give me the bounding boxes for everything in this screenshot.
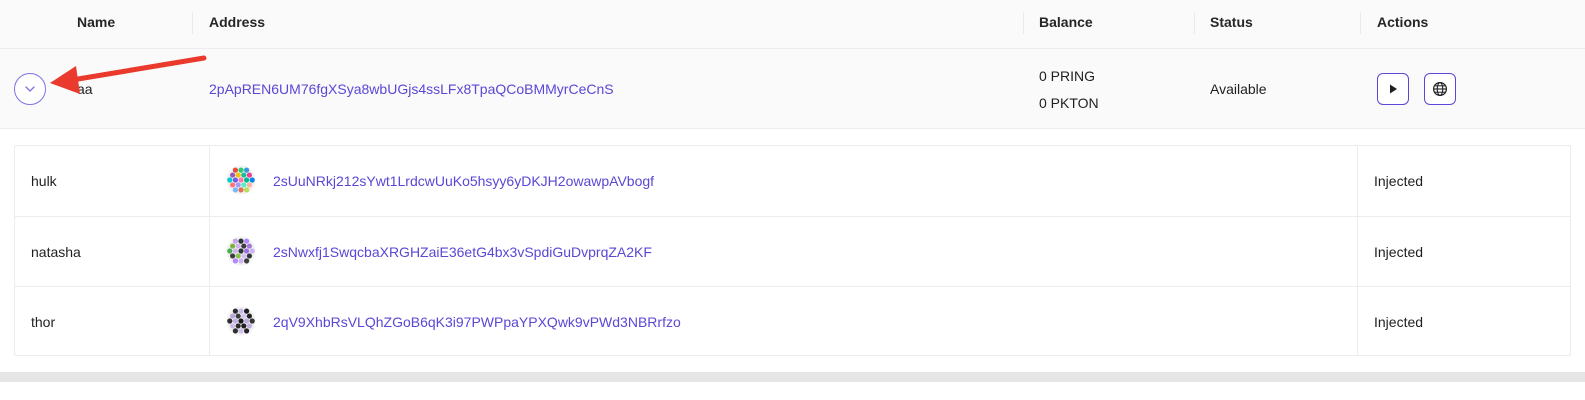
- identicon-dot: [235, 182, 241, 188]
- identicon-dot: [246, 313, 252, 319]
- identicon-dot: [238, 248, 244, 254]
- table-row: hulk 2sUuNRkj212sYwt1LrdcwUuKo5hsyy6yDKJ…: [15, 146, 1570, 216]
- signatory-status: Injected: [1374, 244, 1424, 260]
- identicon-dot: [227, 177, 233, 183]
- identicon-dot: [235, 172, 241, 178]
- identicon-dot: [244, 308, 250, 314]
- identicon-dot: [246, 323, 252, 329]
- play-icon: [1390, 84, 1397, 94]
- chevron-down-icon: [25, 86, 35, 92]
- table-row: thor 2qV9XhbRsVLQhZGoB6qK3i97PWPpaYPXQwk…: [15, 286, 1570, 356]
- identicon-dot: [230, 182, 236, 188]
- identicon-dot: [230, 172, 236, 178]
- identicon-dot: [232, 258, 238, 264]
- identicon-dot: [238, 308, 244, 314]
- identicon-dot: [232, 167, 238, 173]
- account-status: Available: [1210, 81, 1267, 97]
- balance-ring: 0 PRING: [1039, 68, 1096, 84]
- column-header-balance: Balance: [1039, 14, 1093, 30]
- identicon-dot: [241, 243, 247, 249]
- identicon-dot: [235, 323, 241, 329]
- identicon-dot: [249, 318, 255, 324]
- column-header-status: Status: [1210, 14, 1253, 30]
- identicon-dot: [246, 172, 252, 178]
- identicon-dot: [230, 313, 236, 319]
- identicon-dot: [244, 187, 250, 193]
- identicon-dot: [238, 318, 244, 324]
- identicon-dot: [230, 243, 236, 249]
- identicon-dot: [244, 318, 250, 324]
- column-divider: [1194, 12, 1195, 34]
- identicon-dot: [232, 318, 238, 324]
- identicon-dot: [232, 177, 238, 183]
- identicon-icon: [226, 306, 256, 336]
- identicon-dot: [232, 308, 238, 314]
- identicon-dot: [241, 172, 247, 178]
- signatory-address-link[interactable]: 2sUuNRkj212sYwt1LrdcwUuKo5hsyy6yDKJH2owa…: [273, 173, 654, 189]
- identicon-dot: [246, 182, 252, 188]
- identicon-dot: [244, 177, 250, 183]
- signatory-name: thor: [31, 314, 56, 330]
- identicon-dot: [235, 313, 241, 319]
- identicon-dot: [238, 177, 244, 183]
- identicon-dot: [232, 248, 238, 254]
- column-header-address: Address: [209, 14, 266, 30]
- identicon-dot: [232, 187, 238, 193]
- identicon-dot: [235, 253, 241, 259]
- balance-kton: 0 PKTON: [1039, 95, 1099, 111]
- identicon-dot: [244, 248, 250, 254]
- identicon-dot: [232, 238, 238, 244]
- identicon-dot: [249, 177, 255, 183]
- identicon-icon: [226, 236, 256, 266]
- identicon-dot: [232, 328, 238, 334]
- identicon-dot: [244, 258, 250, 264]
- identicon-dot: [241, 323, 247, 329]
- identicon-icon: [226, 165, 256, 195]
- identicon-dot: [235, 243, 241, 249]
- identicon-dot: [227, 248, 233, 254]
- identicon-dot: [241, 253, 247, 259]
- table-header: Name Address Balance Status Actions: [0, 0, 1585, 49]
- column-header-actions: Actions: [1377, 14, 1429, 30]
- identicon-dot: [227, 318, 233, 324]
- open-explorer-button[interactable]: [1424, 73, 1456, 105]
- identicon-dot: [238, 258, 244, 264]
- identicon-dot: [241, 313, 247, 319]
- identicon-dot: [230, 323, 236, 329]
- identicon-dot: [230, 253, 236, 259]
- signatory-status: Injected: [1374, 173, 1424, 189]
- identicon-dot: [238, 328, 244, 334]
- column-divider: [1360, 12, 1361, 34]
- signatory-status: Injected: [1374, 314, 1424, 330]
- signatories-table: hulk 2sUuNRkj212sYwt1LrdcwUuKo5hsyy6yDKJ…: [14, 145, 1571, 356]
- identicon-dot: [249, 248, 255, 254]
- signatory-address-link[interactable]: 2qV9XhbRsVLQhZGoB6qK3i97PWPpaYPXQwk9vPWd…: [273, 314, 681, 330]
- signatory-address-link[interactable]: 2sNwxfj1SwqcbaXRGHZaiE36etG4bx3vSpdiGuDv…: [273, 244, 652, 260]
- column-header-name: Name: [77, 14, 116, 30]
- account-address-link[interactable]: 2pApREN6UM76fgXSya8wbUGjs4ssLFx8TpaQCoBM…: [209, 81, 614, 97]
- identicon-dot: [238, 238, 244, 244]
- table-row: natasha 2sNwxfj1SwqcbaXRGHZaiE36etG4bx3v…: [15, 216, 1570, 286]
- globe-icon: [1432, 81, 1448, 97]
- horizontal-scrollbar[interactable]: [0, 372, 1585, 382]
- column-divider: [192, 12, 193, 34]
- identicon-dot: [244, 238, 250, 244]
- identicon-dot: [244, 328, 250, 334]
- identicon-dot: [244, 167, 250, 173]
- start-transfer-button[interactable]: [1377, 73, 1409, 105]
- column-divider: [1023, 12, 1024, 34]
- signatory-name: natasha: [31, 244, 81, 260]
- identicon-dot: [246, 253, 252, 259]
- identicon-dot: [241, 182, 247, 188]
- account-name: aa: [77, 81, 93, 97]
- identicon-dot: [238, 187, 244, 193]
- signatory-name: hulk: [31, 173, 57, 189]
- expand-row-button[interactable]: [14, 73, 46, 105]
- identicon-dot: [246, 243, 252, 249]
- identicon-dot: [238, 167, 244, 173]
